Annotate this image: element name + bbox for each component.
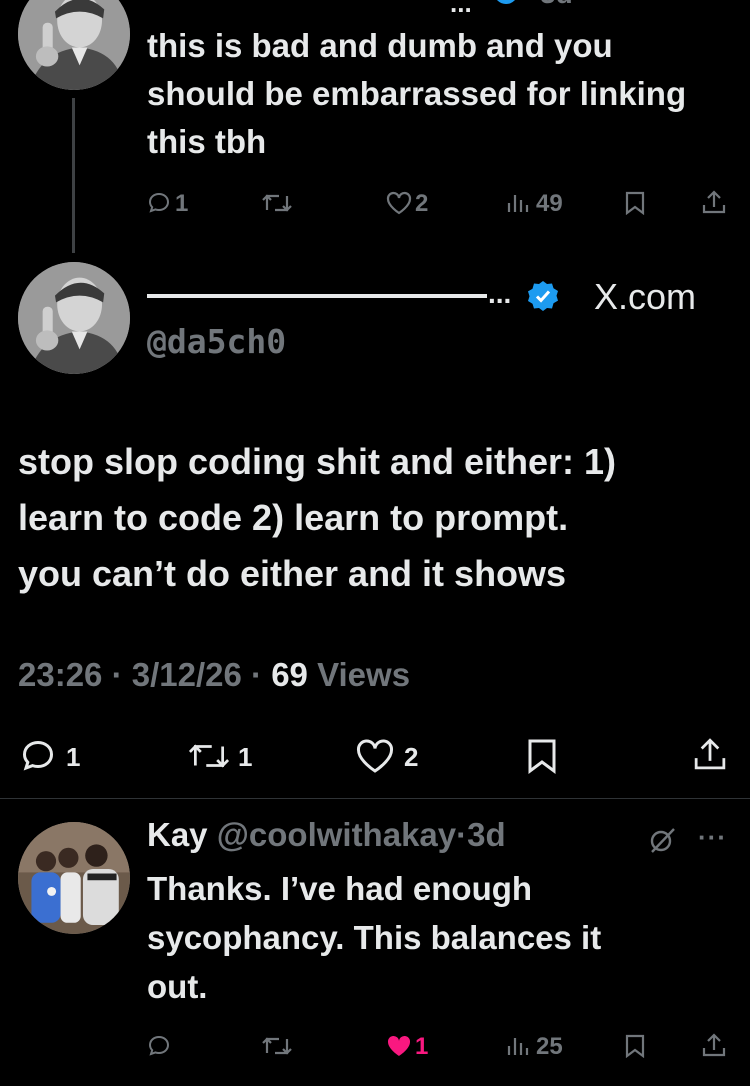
display-name-ellipsis: ... xyxy=(488,278,512,309)
reply-text-line: Thanks. I’ve had enough xyxy=(147,870,533,907)
user-handle[interactable]: @da5ch0 xyxy=(147,322,286,361)
share-icon[interactable] xyxy=(700,1031,728,1059)
main-tweet-line: you can’t do either and it shows xyxy=(18,553,567,594)
reply-display-name[interactable]: Kay xyxy=(147,816,208,853)
main-avatar[interactable] xyxy=(18,262,130,374)
like-icon[interactable] xyxy=(354,736,396,776)
share-icon[interactable] xyxy=(690,734,730,774)
post-time[interactable]: 23:26 xyxy=(18,656,102,693)
retweet-icon[interactable] xyxy=(186,738,232,774)
like-icon[interactable] xyxy=(385,189,413,217)
tweet-meta: 23:26 · 3/12/26 · 69 Views xyxy=(18,656,410,694)
more-icon[interactable]: ··· xyxy=(698,822,727,853)
bookmark-icon[interactable] xyxy=(623,190,647,216)
parent-header-fragment: ... 3d xyxy=(450,0,690,18)
post-source[interactable]: X.com xyxy=(594,276,696,318)
reply-view-count: 25 xyxy=(536,1033,563,1060)
reply-avatar[interactable] xyxy=(18,822,130,934)
main-retweet-count: 1 xyxy=(238,742,253,772)
parent-like-count: 2 xyxy=(415,190,429,217)
parent-reply-count: 1 xyxy=(175,190,189,217)
post-age-fragment: 3d xyxy=(540,0,573,10)
reply-header: Kay @coolwithakay·3d xyxy=(147,816,506,854)
main-tweet-line: learn to code 2) learn to prompt. xyxy=(18,497,569,538)
views-label: Views xyxy=(317,656,411,693)
ellipsis-fragment: ... xyxy=(450,0,472,18)
bookmark-icon[interactable] xyxy=(623,1033,647,1059)
reply-icon[interactable] xyxy=(146,190,172,216)
reply-icon[interactable] xyxy=(18,736,58,776)
thread-connector-line xyxy=(72,98,75,253)
reply-icon[interactable] xyxy=(146,1033,172,1059)
reply-separator: · xyxy=(456,816,468,853)
main-tweet-line: stop slop coding shit and either: 1) xyxy=(18,441,617,482)
main-like-count: 2 xyxy=(404,742,419,772)
views-icon[interactable] xyxy=(505,1033,531,1059)
main-tweet-text: stop slop coding shit and either: 1) lea… xyxy=(18,434,738,602)
tweet-divider xyxy=(0,798,750,799)
verified-badge-fragment-icon xyxy=(494,0,518,4)
reply-text-line: out. xyxy=(147,968,208,1005)
meta-separator: · xyxy=(111,656,123,693)
retweet-icon[interactable] xyxy=(260,1033,294,1059)
like-icon-active[interactable] xyxy=(385,1032,413,1060)
reply-age[interactable]: 3d xyxy=(467,816,506,853)
views-icon[interactable] xyxy=(505,190,531,216)
parent-avatar[interactable] xyxy=(18,0,130,90)
parent-tweet-text: this is bad and dumb and you should be e… xyxy=(147,27,687,160)
views-count[interactable]: 69 xyxy=(271,656,308,693)
post-date[interactable]: 3/12/26 xyxy=(132,656,242,693)
bookmark-icon[interactable] xyxy=(524,736,560,776)
grok-icon[interactable] xyxy=(646,824,678,856)
share-icon[interactable] xyxy=(700,188,728,216)
meta-separator: · xyxy=(251,656,263,693)
reply-text-line: sycophancy. This balances it xyxy=(147,919,602,956)
parent-view-count: 49 xyxy=(536,190,563,217)
reply-text: Thanks. I’ve had enough sycophancy. This… xyxy=(147,864,727,1011)
verified-badge-icon[interactable] xyxy=(526,279,560,313)
main-reply-count: 1 xyxy=(66,742,81,772)
retweet-icon[interactable] xyxy=(260,190,294,216)
reply-like-count: 1 xyxy=(415,1033,429,1060)
display-name-redacted[interactable] xyxy=(147,294,487,298)
reply-handle[interactable]: @coolwithakay xyxy=(217,816,456,853)
